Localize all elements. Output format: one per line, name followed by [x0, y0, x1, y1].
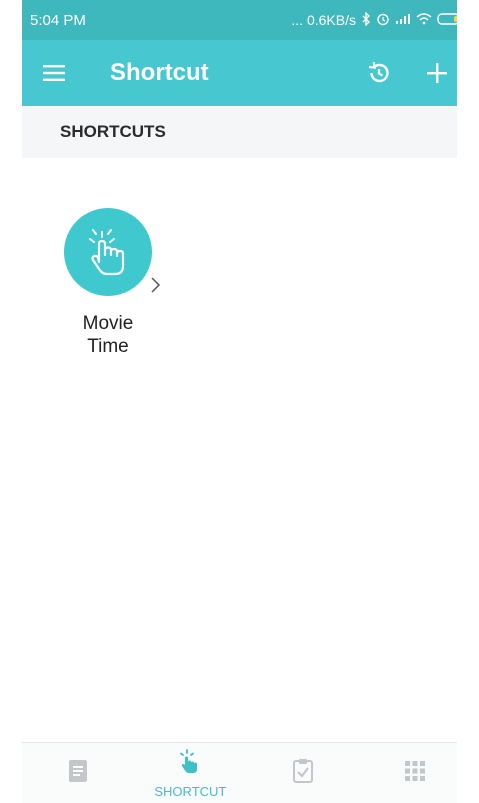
shortcut-label-line2: Time	[87, 336, 129, 357]
page-title: Shortcut	[110, 59, 209, 86]
network-speed: ... 0.6KB/s	[291, 12, 356, 28]
alarm-icon	[376, 12, 390, 29]
history-icon[interactable]	[363, 57, 395, 89]
shortcut-label-line1: Movie	[82, 313, 134, 334]
status-icons: ... 0.6KB/s	[291, 10, 463, 29]
phone-frame: 5:04 PM ... 0.6KB/s Shortcut SHORTCUTS M…	[0, 0, 479, 803]
tap-hand-icon	[178, 747, 202, 780]
hamburger-menu-icon[interactable]	[40, 59, 68, 87]
shortcut-badge	[64, 208, 152, 296]
plus-icon[interactable]	[421, 57, 453, 89]
shortcut-list: Movie Time	[22, 158, 471, 743]
shortcut-label: Movie Time	[58, 312, 158, 358]
clipboard-check-icon	[292, 758, 314, 789]
bottom-navigation: SHORTCUT	[22, 742, 471, 803]
tap-hand-icon	[83, 222, 133, 283]
shortcut-item-movie-time[interactable]: Movie Time	[58, 208, 158, 358]
wifi-icon	[416, 12, 432, 28]
nav-label-shortcut: SHORTCUT	[154, 784, 227, 799]
signal-icon	[395, 12, 411, 28]
grid-icon	[404, 760, 426, 787]
status-time: 5:04 PM	[30, 11, 86, 29]
screen: 5:04 PM ... 0.6KB/s Shortcut SHORTCUTS M…	[22, 0, 471, 803]
nav-item-tasks[interactable]	[247, 743, 359, 803]
nav-item-overview[interactable]	[22, 743, 134, 803]
app-bar: Shortcut	[22, 40, 471, 106]
right-bezel	[457, 0, 479, 803]
nav-item-shortcut[interactable]: SHORTCUT	[134, 743, 246, 803]
document-icon	[68, 759, 88, 788]
nav-item-more[interactable]	[359, 743, 471, 803]
chevron-right-icon[interactable]	[150, 276, 162, 294]
status-bar: 5:04 PM ... 0.6KB/s	[22, 0, 471, 40]
section-title: SHORTCUTS	[60, 122, 166, 141]
section-header: SHORTCUTS	[22, 106, 471, 158]
left-bezel	[0, 0, 22, 803]
bluetooth-icon	[361, 10, 371, 29]
